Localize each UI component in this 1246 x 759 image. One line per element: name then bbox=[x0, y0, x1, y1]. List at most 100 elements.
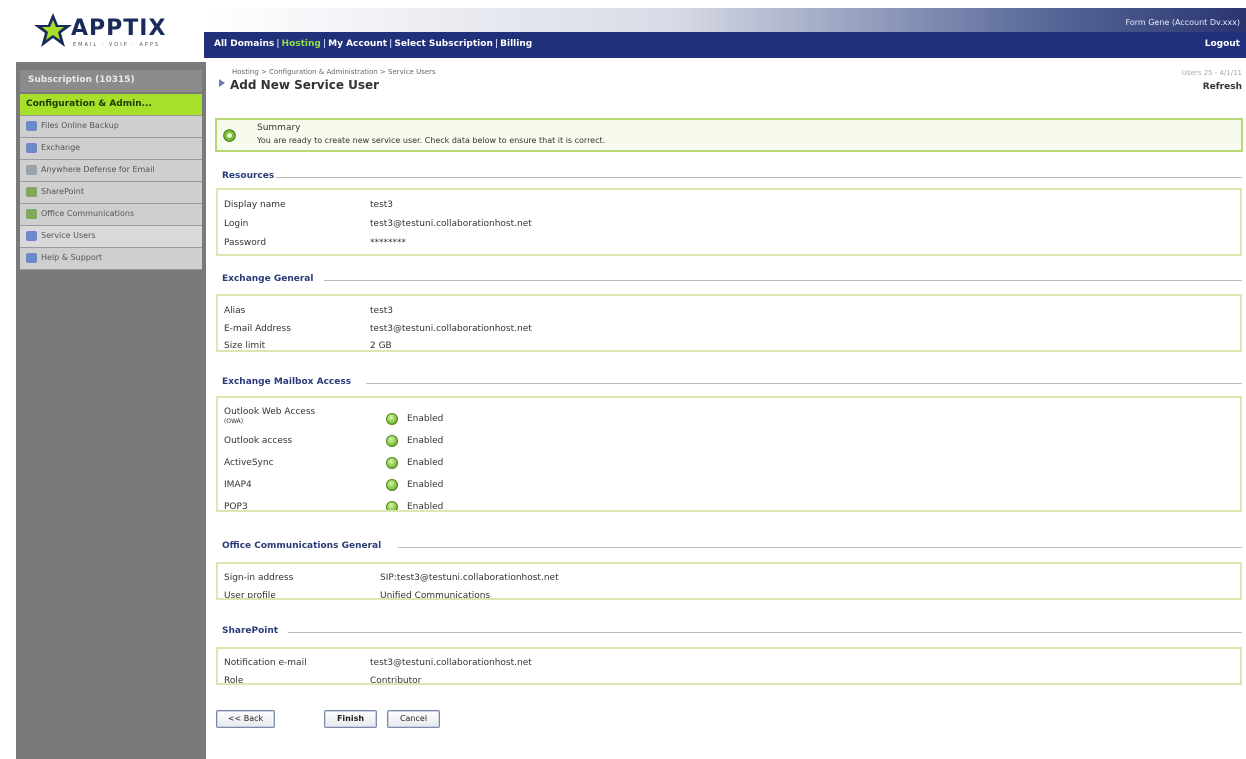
row-value: SIP:test3@testuni.collaborationhost.net bbox=[380, 573, 559, 583]
status-text: Enabled bbox=[407, 458, 444, 468]
status-indicator: Enabled bbox=[386, 479, 443, 491]
status-text: Enabled bbox=[407, 502, 444, 512]
sidebar-item-office-communications[interactable]: Office Communications bbox=[20, 204, 202, 226]
sharepoint-box: Notification e-mail test3@testuni.collab… bbox=[216, 647, 1242, 685]
row-value: 2 GB bbox=[370, 341, 392, 351]
logout-link[interactable]: Logout bbox=[1205, 39, 1240, 49]
refresh-link[interactable]: Refresh bbox=[1203, 82, 1242, 92]
detail-row: User profile Unified Communications bbox=[218, 591, 1240, 600]
row-label: IMAP4 bbox=[224, 480, 252, 490]
check-circle-icon bbox=[223, 129, 236, 142]
back-button[interactable]: << Back bbox=[216, 710, 275, 728]
detail-row: IMAP4 Enabled bbox=[218, 479, 1240, 494]
detail-row: Outlook Web Access (OWA) Enabled bbox=[218, 408, 1240, 432]
nav-all-domains[interactable]: All Domains bbox=[214, 39, 274, 49]
mailbox-access-box: Outlook Web Access (OWA) Enabled Outlook … bbox=[216, 396, 1242, 512]
enabled-icon bbox=[386, 457, 398, 469]
sidebar-item-label: Configuration & Admin... bbox=[26, 99, 152, 109]
nav-billing[interactable]: Billing bbox=[500, 39, 532, 49]
sidebar-item-exchange[interactable]: Exchange bbox=[20, 138, 202, 160]
sidebar-item-label: Help & Support bbox=[41, 253, 103, 262]
row-label: Role bbox=[224, 676, 244, 685]
nav-separator: | bbox=[322, 39, 327, 49]
detail-row: Notification e-mail test3@testuni.collab… bbox=[218, 658, 1240, 672]
row-label: E-mail Address bbox=[224, 324, 291, 334]
section-title-resources: Resources bbox=[222, 171, 275, 181]
enabled-icon bbox=[386, 501, 398, 510]
nav-hosting[interactable]: Hosting bbox=[282, 39, 321, 49]
row-label: Alias bbox=[224, 306, 246, 316]
row-value: Unified Communications bbox=[380, 591, 491, 600]
cancel-button[interactable]: Cancel bbox=[387, 710, 440, 728]
detail-row: Login test3@testuni.collaborationhost.ne… bbox=[218, 219, 1240, 233]
finish-button[interactable]: Finish bbox=[324, 710, 377, 728]
detail-row: POP3 Enabled bbox=[218, 501, 1240, 512]
brand-tagline: EMAIL · VOIP · APPS bbox=[73, 42, 161, 48]
sidebar-item-sharepoint[interactable]: SharePoint bbox=[20, 182, 202, 204]
detail-row: Sign-in address SIP:test3@testuni.collab… bbox=[218, 573, 1240, 587]
section-title-sharepoint: SharePoint bbox=[222, 626, 279, 636]
section-title-ocs-general: Office Communications General bbox=[222, 541, 382, 551]
sidebar-item-label: Exchange bbox=[41, 143, 81, 152]
header: APPTIX EMAIL · VOIP · APPS Form Gene (Ac… bbox=[0, 0, 1246, 62]
status-indicator: Enabled bbox=[386, 457, 443, 469]
nav-select-subscription[interactable]: Select Subscription bbox=[394, 39, 493, 49]
sidebar-item-help-support[interactable]: Help & Support bbox=[20, 248, 202, 270]
section-divider bbox=[366, 383, 1242, 384]
row-label: Password bbox=[224, 238, 267, 248]
enabled-icon bbox=[386, 479, 398, 491]
detail-row: Role Contributor bbox=[218, 676, 1240, 685]
apptix-logo[interactable]: APPTIX EMAIL · VOIP · APPS bbox=[33, 12, 183, 52]
communications-icon bbox=[26, 209, 37, 219]
sidebar-menu: Configuration & Admin... Files Online Ba… bbox=[20, 94, 202, 270]
section-divider bbox=[288, 632, 1242, 633]
ocs-general-box: Sign-in address SIP:test3@testuni.collab… bbox=[216, 562, 1242, 600]
sidebar-item-service-users[interactable]: Service Users bbox=[20, 226, 202, 248]
page-title: Add New Service User bbox=[230, 78, 380, 92]
arrow-icon bbox=[219, 79, 225, 87]
status-text: Enabled bbox=[407, 480, 444, 490]
section-title-exchange-general: Exchange General bbox=[222, 274, 314, 284]
detail-row: Size limit 2 GB bbox=[218, 341, 1240, 351]
nav-links: All Domains | Hosting | My Account | Select Su… bbox=[214, 39, 532, 49]
detail-row: Display name test3 bbox=[218, 200, 1240, 214]
users-icon bbox=[26, 231, 37, 241]
status-indicator: Enabled bbox=[386, 413, 443, 425]
row-value: test3@testuni.collaborationhost.net bbox=[370, 219, 532, 229]
row-label: Sign-in address bbox=[224, 573, 294, 583]
sidebar-item-label: Office Communications bbox=[41, 209, 135, 218]
subscription-title[interactable]: Subscription (10315) bbox=[20, 70, 202, 92]
row-label: Login bbox=[224, 219, 249, 229]
row-label-text: Outlook Web Access bbox=[224, 407, 316, 417]
shield-icon bbox=[26, 165, 37, 175]
summary-title: Summary bbox=[257, 123, 301, 133]
section-divider bbox=[276, 177, 1242, 178]
summary-text: You are ready to create new service user… bbox=[257, 136, 606, 145]
top-strip: Form Gene (Account Dv.xxx) bbox=[204, 8, 1246, 32]
nav-my-account[interactable]: My Account bbox=[328, 39, 387, 49]
sidebar-item-label: SharePoint bbox=[41, 187, 84, 196]
row-label: Outlook access bbox=[224, 436, 293, 446]
star-icon bbox=[34, 13, 72, 47]
sidebar-item-online-backup[interactable]: Files Online Backup bbox=[20, 116, 202, 138]
status-text: Enabled bbox=[407, 436, 444, 446]
brand-name: APPTIX bbox=[71, 16, 167, 41]
row-sublabel: (OWA) bbox=[224, 418, 244, 425]
section-title-mailbox-access: Exchange Mailbox Access bbox=[222, 377, 352, 387]
sidebar: Subscription (10315) Configuration & Adm… bbox=[16, 62, 206, 759]
status-indicator: Enabled bbox=[386, 435, 443, 447]
breadcrumb[interactable]: Hosting > Configuration & Administration… bbox=[232, 68, 436, 76]
detail-row: Outlook access Enabled bbox=[218, 435, 1240, 450]
row-label: User profile bbox=[224, 591, 276, 600]
row-label: Size limit bbox=[224, 341, 266, 351]
sidebar-item-anywhere-defense[interactable]: Anywhere Defense for Email bbox=[20, 160, 202, 182]
summary-panel: Summary You are ready to create new serv… bbox=[215, 118, 1243, 152]
section-divider bbox=[398, 547, 1242, 548]
sidebar-item-label: Service Users bbox=[41, 231, 96, 240]
detail-row: E-mail Address test3@testuni.collaborati… bbox=[218, 324, 1240, 338]
row-label: ActiveSync bbox=[224, 458, 274, 468]
sidebar-item-configuration[interactable]: Configuration & Admin... bbox=[20, 94, 202, 116]
page-info: Users 25 - 4/1/11 bbox=[1181, 69, 1242, 77]
user-info[interactable]: Form Gene (Account Dv.xxx) bbox=[1126, 18, 1240, 27]
row-value: test3@testuni.collaborationhost.net bbox=[370, 658, 532, 668]
